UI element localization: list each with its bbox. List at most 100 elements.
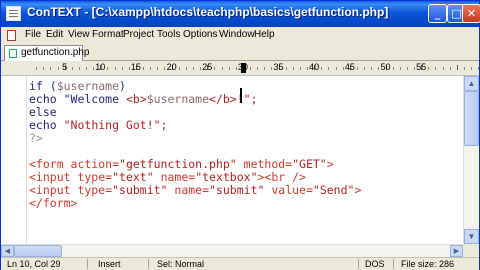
ruler-tick: [299, 67, 301, 70]
ruler-tick: [221, 67, 223, 70]
ruler-tick: [43, 67, 45, 70]
code-token: if (: [29, 79, 57, 93]
ruler-tick: [57, 67, 59, 70]
ruler-tick: [121, 67, 123, 70]
vertical-scrollbar[interactable]: ▲ ▼: [463, 76, 479, 244]
menu-format[interactable]: Format: [92, 29, 124, 40]
ruler-tick: [150, 67, 152, 70]
ruler-tick: [356, 67, 358, 70]
menu-project[interactable]: Project: [123, 29, 154, 40]
code-token: else: [29, 105, 57, 119]
ruler-tick: [378, 67, 380, 70]
code-line: <input type="submit" name="submit" value…: [29, 184, 361, 197]
code-token: name=: [167, 183, 210, 197]
code-token: "Nothing Got!";: [63, 118, 168, 132]
minimize-button[interactable]: _: [428, 4, 447, 23]
horizontal-scroll-thumb[interactable]: [14, 245, 62, 257]
code-line: echo "Welcome <b>$username</b>!";: [29, 93, 258, 106]
ruler-tick: [178, 67, 180, 70]
scroll-right-arrow-icon[interactable]: ▶: [450, 245, 463, 257]
code-token: >: [354, 183, 362, 197]
code-token: ><br />: [257, 170, 306, 184]
menu-tools[interactable]: Tools: [157, 29, 180, 40]
ruler-label: 35: [273, 62, 284, 72]
ruler-tick: [307, 67, 309, 70]
ruler-label: 10: [95, 62, 106, 72]
code-line: echo "Nothing Got!";: [29, 119, 167, 132]
selection-mode: Sel: Normal: [157, 259, 205, 269]
horizontal-scrollbar[interactable]: ◀ ▶: [1, 244, 463, 257]
ruler-tick: [128, 67, 130, 70]
close-button[interactable]: ✕: [462, 4, 480, 23]
ruler-tick: [449, 67, 451, 70]
file-size: File size: 286: [401, 259, 455, 269]
ruler-tick: [364, 67, 366, 70]
ruler-tick: [292, 67, 294, 70]
ruler-tick: [406, 67, 408, 70]
ruler-label: 45: [344, 62, 355, 72]
code-line: </form>: [29, 197, 77, 210]
scroll-left-arrow-icon[interactable]: ◀: [1, 245, 14, 257]
ruler-tick: [328, 67, 330, 70]
app-icon[interactable]: [6, 6, 21, 21]
code-token: echo "Welcome: [29, 92, 126, 106]
ruler-tick: [442, 67, 444, 70]
ruler-tick: [271, 67, 273, 70]
document-icon[interactable]: [7, 30, 16, 41]
line-ending: DOS: [365, 259, 385, 269]
ruler-tick: [335, 67, 337, 70]
code-token: "textbox": [195, 170, 258, 184]
scroll-up-arrow-icon[interactable]: ▲: [464, 76, 479, 91]
menu-edit[interactable]: Edit: [46, 29, 63, 40]
code-token: "Send": [312, 183, 355, 197]
code-token: name=: [153, 170, 196, 184]
ruler-cursor-marker: [241, 63, 246, 73]
ruler-label: 40: [309, 62, 320, 72]
menu-options[interactable]: Options: [183, 29, 217, 40]
ruler-tick: [456, 65, 458, 70]
ruler-tick: [192, 67, 194, 70]
ruler-tick: [428, 67, 430, 70]
code-token: echo: [29, 118, 64, 132]
ruler-label: 20: [166, 62, 177, 72]
ruler-tick: [257, 67, 259, 70]
ruler-tick: [200, 67, 202, 70]
ruler-tick: [214, 67, 216, 70]
code-token: method=: [236, 157, 293, 171]
scroll-down-arrow-icon[interactable]: ▼: [464, 229, 479, 244]
menu-view[interactable]: View: [68, 29, 90, 40]
menu-file[interactable]: File: [25, 29, 41, 40]
status-separator: [393, 259, 394, 269]
code-token: <b>: [125, 92, 147, 106]
code-token: >: [326, 157, 334, 171]
ruler-tick: [371, 67, 373, 70]
ruler-tick: [478, 67, 479, 70]
ruler-tick: [414, 67, 416, 70]
code-token: <input type=: [29, 170, 113, 184]
menu-window[interactable]: Window: [219, 29, 255, 40]
title-bar[interactable]: ConTEXT - [C:\xampp\htdocs\teachphp\basi…: [1, 1, 480, 27]
tab-getfunction[interactable]: getfunction.php: [4, 45, 89, 61]
tab-bar: getfunction.php: [1, 44, 479, 61]
ruler-tick: [399, 67, 401, 70]
ruler-tick: [342, 67, 344, 70]
code-token: value=: [264, 183, 313, 197]
ruler-tick: [321, 67, 323, 70]
ruler-tick: [143, 67, 145, 70]
status-separator: [87, 259, 88, 269]
code-token: $username: [56, 79, 120, 93]
code-token: </form>: [29, 196, 78, 210]
ruler-label: 25: [202, 62, 213, 72]
vertical-scroll-thumb[interactable]: [464, 91, 479, 146]
status-separator: [358, 259, 359, 269]
ruler-tick: [114, 67, 116, 70]
application-window: ConTEXT - [C:\xampp\htdocs\teachphp\basi…: [0, 0, 480, 270]
code-token: $username: [146, 92, 210, 106]
code-editor[interactable]: if ($username) echo "Welcome <b>$username…: [1, 76, 463, 244]
ruler-tick: [392, 67, 394, 70]
menu-help[interactable]: Help: [254, 29, 275, 40]
ruler-label: 50: [380, 62, 391, 72]
code-token: ): [119, 79, 126, 93]
ruler-tick: [285, 67, 287, 70]
cursor-position: Ln 10, Col 29: [7, 259, 61, 269]
